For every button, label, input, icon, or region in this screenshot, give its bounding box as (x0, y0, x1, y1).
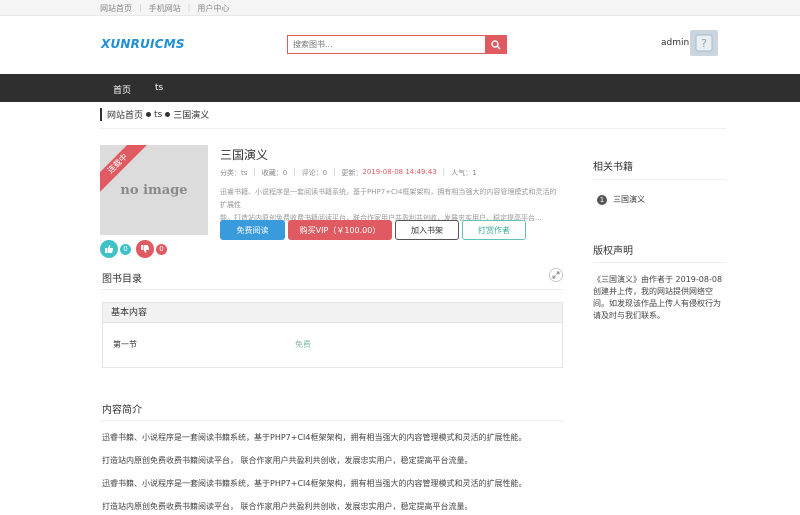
toc-chapter-link[interactable]: 第一节 (113, 339, 137, 350)
toc-chapter-status: 免费 (295, 340, 311, 349)
thumbs-down-icon (141, 245, 150, 253)
nav-item-home[interactable]: 首页 (113, 83, 131, 96)
breadcrumb-home[interactable]: 网站首页 (107, 108, 143, 121)
intro-paragraph: 打造站内原创免费收费书籍阅读平台， 联合作家用户共盈利共创收，发展忠实用户，稳定… (102, 456, 473, 465)
toc-title: 图书目录 (102, 274, 142, 285)
breadcrumb-separator-icon (165, 112, 171, 117)
avatar[interactable]: ? (690, 30, 718, 56)
thumbs-up-icon (105, 245, 114, 253)
top-bar: 网站首页 | 手机网站 | 用户中心 (0, 0, 800, 16)
breadcrumb-category[interactable]: ts (154, 110, 162, 120)
book-title: 三国演义 (220, 148, 269, 162)
dislike-count: 0 (156, 243, 167, 255)
nav-item-ts[interactable]: ts (155, 83, 163, 93)
divider: | (253, 168, 256, 176)
divider (593, 179, 726, 180)
divider (100, 128, 726, 129)
copyright-text: 《三国演义》由作者于 2019-08-08 创建并上传，我的网站提供网络空间。如… (593, 275, 723, 320)
top-link-home[interactable]: 网站首页 (100, 3, 132, 14)
search-box (287, 35, 507, 54)
intro-title: 内容简介 (102, 405, 142, 416)
divider (593, 262, 726, 263)
related-book-item[interactable]: 1 三国演义 (597, 194, 645, 205)
meta-favorites: 收藏：0 (261, 169, 288, 177)
expand-button[interactable] (549, 268, 563, 282)
meta-updated-value: 2019-08-08 14:49:43 (362, 168, 437, 176)
divider (100, 289, 564, 290)
tip-author-button[interactable]: 打赏作者 (462, 220, 526, 240)
vote-bar: 0 0 (100, 240, 172, 258)
breadcrumb: 网站首页 ts 三国演义 (100, 108, 209, 121)
meta-comments: 评论：0 (301, 169, 328, 177)
summary-line: 迅睿书籍、小说程序是一套阅读书籍系统，基于PHP7+CI4框架架构，拥有相当强大… (220, 188, 557, 209)
top-link-user-center[interactable]: 用户中心 (197, 3, 229, 14)
top-link-mobile[interactable]: 手机网站 (149, 3, 181, 14)
book-cover[interactable]: 连载中 no image (100, 145, 208, 235)
logo-text: XUNRUICMS (101, 37, 185, 51)
main-nav: 首页 ts (0, 74, 800, 102)
copyright-title: 版权声明 (593, 246, 633, 257)
intro-paragraph: 迅睿书籍、小说程序是一套阅读书籍系统，基于PHP7+CI4框架架构，拥有相当强大… (102, 433, 527, 442)
expand-icon (552, 271, 560, 279)
book-meta: 分类：ts | 收藏：0 | 评论：0 | 更新： 2019-08-08 14:4… (220, 168, 477, 178)
toc-volume-title: 基本内容 (103, 303, 562, 323)
user-placeholder-icon: ? (695, 34, 713, 52)
svg-text:?: ? (701, 37, 707, 50)
add-to-shelf-button[interactable]: 加入书架 (395, 220, 459, 240)
divider: | (333, 168, 336, 176)
divider: | (293, 168, 296, 176)
toc-volume: 基本内容 第一节 免费 (102, 302, 563, 368)
username[interactable]: admin (661, 38, 689, 48)
free-read-button[interactable]: 免费阅读 (220, 220, 285, 240)
breadcrumb-separator-icon (146, 112, 152, 117)
related-book-title[interactable]: 三国演义 (613, 194, 645, 205)
divider: | (139, 3, 142, 12)
search-input[interactable] (288, 36, 485, 53)
intro-paragraph: 迅睿书籍、小说程序是一套阅读书籍系统，基于PHP7+CI4框架架构，拥有相当强大… (102, 479, 527, 488)
site-logo[interactable]: XUNRUICMS (101, 37, 184, 51)
buy-vip-button[interactable]: 购买VIP（￥100.00） (288, 220, 392, 240)
rank-badge: 1 (597, 194, 607, 205)
meta-popularity: 人气：1 (451, 169, 477, 177)
cover-placeholder: no image (120, 183, 188, 198)
dislike-button[interactable] (136, 240, 154, 258)
intro-paragraph: 打造站内原创免费收费书籍阅读平台， 联合作家用户共盈利共创收，发展忠实用户，稳定… (102, 502, 473, 511)
divider: | (442, 168, 446, 176)
divider (100, 420, 564, 421)
top-links: 网站首页 | 手机网站 | 用户中心 (100, 3, 236, 14)
meta-category: 分类：ts (220, 169, 248, 177)
divider: | (187, 3, 191, 12)
breadcrumb-current: 三国演义 (173, 111, 210, 121)
search-button[interactable] (485, 36, 506, 53)
search-icon (490, 39, 501, 50)
like-button[interactable] (100, 240, 118, 258)
related-books-title: 相关书籍 (593, 162, 633, 173)
like-count: 0 (120, 243, 131, 255)
meta-updated-label: 更新： (341, 169, 363, 177)
